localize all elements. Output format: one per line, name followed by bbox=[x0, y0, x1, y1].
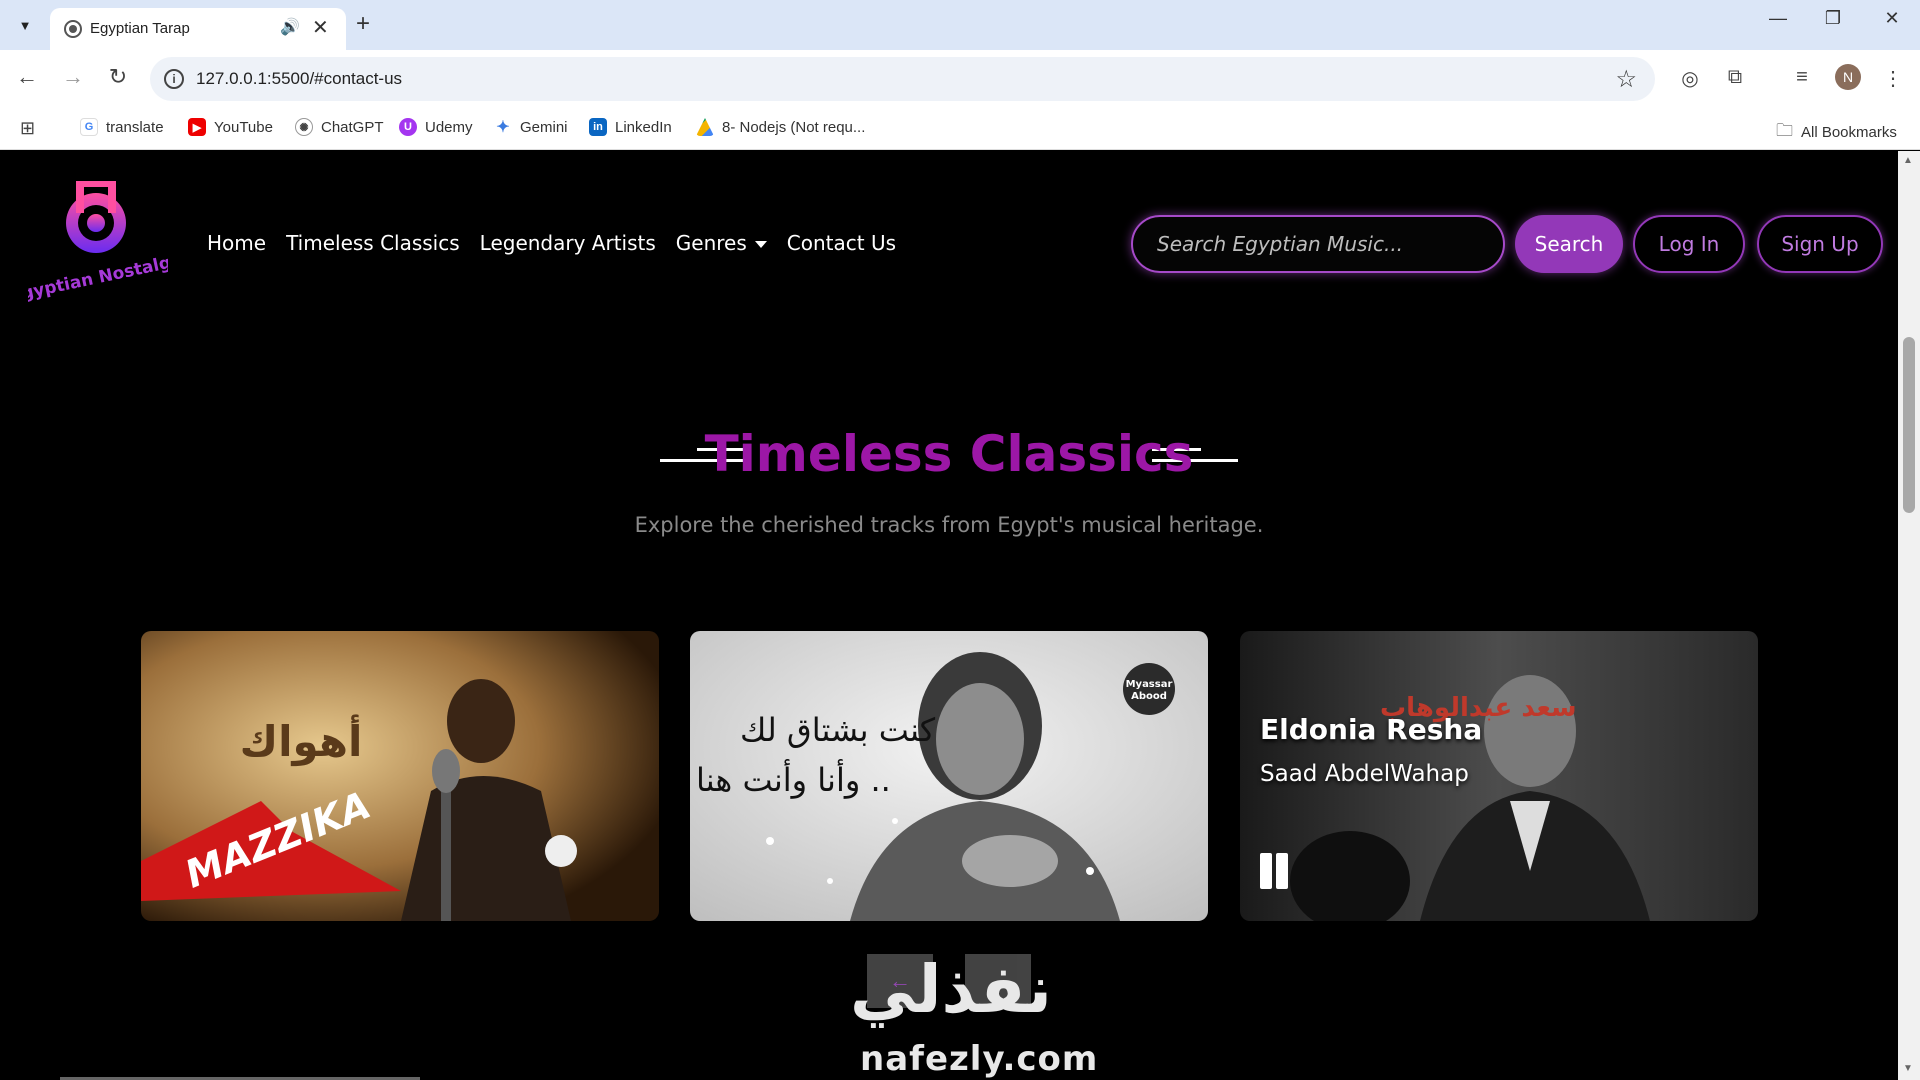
screenshot-icon[interactable]: ◎ bbox=[1675, 66, 1705, 91]
globe-icon bbox=[64, 20, 82, 38]
tab-title: Egyptian Tarap bbox=[90, 20, 190, 37]
card-arabic-line1: كنت بشتاق لك bbox=[740, 711, 936, 749]
all-bookmarks[interactable]: 🗀 All Bookmarks bbox=[1776, 118, 1897, 147]
url-text[interactable]: 127.0.0.1:5500/#contact-us bbox=[196, 69, 402, 89]
minimize-icon[interactable]: — bbox=[1758, 8, 1798, 29]
card-arabic-title: أهواك bbox=[240, 714, 363, 767]
signup-button[interactable]: Sign Up bbox=[1757, 215, 1883, 273]
song-cover-image: كنت بشتاق لك وأنا وأنت هنا .. Myassar Ab… bbox=[690, 631, 1208, 921]
nav-genres[interactable]: Genres bbox=[676, 231, 767, 255]
close-tab-icon[interactable]: ✕ bbox=[312, 15, 329, 40]
login-button[interactable]: Log In bbox=[1633, 215, 1745, 273]
media-control-icon[interactable]: ≡ bbox=[1787, 66, 1817, 89]
scroll-down-icon[interactable]: ▼ bbox=[1903, 1063, 1913, 1074]
bookmark-chatgpt[interactable]: ✺ ChatGPT bbox=[295, 118, 384, 136]
bookmark-label: YouTube bbox=[214, 118, 273, 136]
address-bar[interactable]: i 127.0.0.1:5500/#contact-us ☆ bbox=[150, 57, 1655, 101]
caret-down-icon bbox=[754, 241, 767, 248]
restore-icon[interactable]: ❐ bbox=[1813, 8, 1853, 29]
gemini-icon: ✦ bbox=[494, 118, 512, 136]
channel-badge-line1: Myassar bbox=[1126, 679, 1173, 690]
section-subtitle: Explore the cherished tracks from Egypt'… bbox=[634, 513, 1264, 537]
watermark-latin: nafezly.com bbox=[860, 1039, 1099, 1079]
bookmark-linkedin[interactable]: in LinkedIn bbox=[589, 118, 672, 136]
song-artist: Saad AbdelWahap bbox=[1260, 761, 1469, 787]
scroll-up-icon[interactable]: ▲ bbox=[1903, 155, 1913, 166]
scrollbar-thumb[interactable] bbox=[1903, 337, 1915, 513]
window-close-icon[interactable]: ✕ bbox=[1872, 8, 1912, 29]
forward-icon[interactable]: → bbox=[58, 64, 88, 90]
apps-grid-icon[interactable]: ⊞ bbox=[20, 118, 35, 139]
bookmark-nodejs[interactable]: 8- Nodejs (Not requ... bbox=[696, 118, 865, 136]
linkedin-icon: in bbox=[589, 118, 607, 136]
drive-icon bbox=[696, 118, 714, 136]
bookmark-translate[interactable]: G translate bbox=[80, 118, 164, 136]
site-info-icon[interactable]: i bbox=[164, 69, 184, 89]
nav-timeless-classics[interactable]: Timeless Classics bbox=[286, 231, 460, 255]
nav-genres-label: Genres bbox=[675, 231, 747, 255]
logo-text: Egyptian Nostalgia bbox=[28, 249, 168, 303]
song-card[interactable]: كنت بشتاق لك وأنا وأنت هنا .. Myassar Ab… bbox=[690, 631, 1208, 921]
browser-tab[interactable]: Egyptian Tarap 🔊 ✕ bbox=[50, 8, 346, 50]
vertical-scrollbar[interactable]: ▲ ▼ bbox=[1898, 151, 1920, 1080]
profile-avatar[interactable]: N bbox=[1835, 64, 1861, 90]
bookmarks-bar: ⊞ G translate ▶ YouTube ✺ ChatGPT U Udem… bbox=[0, 108, 1920, 150]
folder-icon: 🗀 bbox=[1776, 121, 1793, 140]
bookmark-label: Gemini bbox=[520, 118, 568, 136]
watermark-arabic: نفذلي bbox=[850, 951, 1052, 1028]
bookmark-udemy[interactable]: U Udemy bbox=[399, 118, 473, 136]
section-title: Timeless Classics bbox=[704, 425, 1194, 483]
chatgpt-icon: ✺ bbox=[295, 118, 313, 136]
new-tab-icon[interactable]: + bbox=[356, 10, 370, 38]
bookmark-label: translate bbox=[106, 118, 164, 136]
nav-legendary-artists[interactable]: Legendary Artists bbox=[480, 231, 656, 255]
bookmark-label: Udemy bbox=[425, 118, 473, 136]
bookmark-gemini[interactable]: ✦ Gemini bbox=[494, 118, 568, 136]
nav-home[interactable]: Home bbox=[207, 231, 266, 255]
youtube-icon: ▶ bbox=[188, 118, 206, 136]
bookmark-label: ChatGPT bbox=[321, 118, 384, 136]
all-bookmarks-label: All Bookmarks bbox=[1801, 124, 1897, 141]
search-button[interactable]: Search bbox=[1515, 215, 1623, 273]
bookmark-label: LinkedIn bbox=[615, 118, 672, 136]
song-card-playing[interactable]: سعد عبدالوهاب Eldonia Resha Saad AbdelWa… bbox=[1240, 631, 1758, 921]
card-arabic-line2: وأنا وأنت هنا .. bbox=[696, 759, 891, 799]
watermark: نفذلي nafezly.com bbox=[850, 951, 1097, 1079]
web-page: Egyptian Nostalgia Home Timeless Classic… bbox=[0, 151, 1898, 1080]
menu-icon[interactable]: ⋮ bbox=[1878, 66, 1908, 91]
site-logo[interactable]: Egyptian Nostalgia bbox=[28, 173, 168, 303]
back-icon[interactable]: ← bbox=[12, 64, 42, 90]
main-nav: Home Timeless Classics Legendary Artists… bbox=[207, 231, 896, 255]
browser-toolbar: ← → ↻ i 127.0.0.1:5500/#contact-us ☆ ◎ ⧉… bbox=[0, 50, 1920, 108]
search-input[interactable] bbox=[1131, 215, 1505, 273]
browser-tab-strip: ▼ Egyptian Tarap 🔊 ✕ + — ❐ ✕ bbox=[0, 0, 1920, 50]
extensions-icon[interactable]: ⧉ bbox=[1720, 66, 1750, 89]
song-title: Eldonia Resha bbox=[1260, 713, 1483, 746]
speaker-icon[interactable]: 🔊 bbox=[280, 17, 300, 37]
song-cover-image: أهواك MAZZIKA bbox=[141, 631, 659, 921]
udemy-icon: U bbox=[399, 118, 417, 136]
bookmark-label: 8- Nodejs (Not requ... bbox=[722, 118, 866, 136]
bookmark-youtube[interactable]: ▶ YouTube bbox=[188, 118, 273, 136]
nav-contact-us[interactable]: Contact Us bbox=[787, 231, 896, 255]
bookmark-star-icon[interactable]: ☆ bbox=[1615, 65, 1637, 94]
channel-badge-line2: Abood bbox=[1131, 691, 1167, 702]
reload-icon[interactable]: ↻ bbox=[103, 64, 133, 90]
tab-search-icon[interactable]: ▼ bbox=[10, 10, 40, 40]
google-icon: G bbox=[80, 118, 98, 136]
song-card[interactable]: أهواك MAZZIKA bbox=[141, 631, 659, 921]
pause-icon[interactable] bbox=[1260, 849, 1294, 893]
